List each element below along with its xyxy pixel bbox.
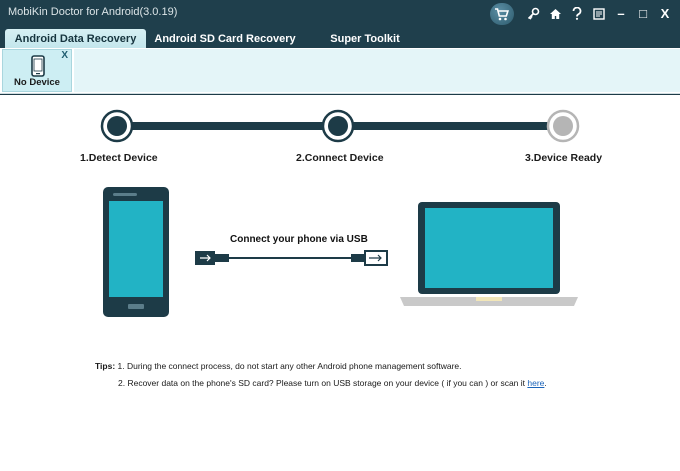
main-panel: 1.Detect Device 2.Connect Device 3.Devic… (0, 95, 680, 471)
device-label: No Device (14, 77, 60, 88)
home-icon[interactable] (544, 3, 566, 24)
tip-line-2: 2. Recover data on the phone's SD card? … (118, 378, 547, 388)
window-controls: – □ X (490, 2, 676, 25)
step-2-node (321, 109, 355, 143)
maximize-button[interactable]: □ (632, 3, 654, 24)
phone-illustration (103, 187, 169, 317)
window-title: MobiKin Doctor for Android(3.0.19) (8, 6, 178, 18)
minimize-button[interactable]: – (610, 3, 632, 24)
scan-here-link[interactable]: here (527, 378, 544, 388)
remove-device-button[interactable]: X (61, 50, 68, 61)
step-3-node (546, 109, 580, 143)
tab-android-data-recovery[interactable]: Android Data Recovery (5, 29, 146, 48)
tab-bar: Android Data Recovery Android SD Card Re… (0, 27, 680, 48)
laptop-illustration (400, 202, 578, 306)
tip-1-text: 1. During the connect process, do not st… (117, 361, 462, 371)
progress-track (100, 109, 580, 143)
close-button[interactable]: X (654, 3, 676, 24)
phone-icon (31, 55, 45, 77)
tab-super-toolkit[interactable]: Super Toolkit (310, 29, 420, 48)
title-bar: MobiKin Doctor for Android(3.0.19) – □ X (0, 0, 680, 27)
device-bar: X No Device (0, 48, 680, 94)
step-3-label: 3.Device Ready (525, 152, 603, 164)
tip-2-end: . (544, 378, 547, 388)
tips-prefix: Tips: (95, 361, 116, 371)
step-2-label: 2.Connect Device (296, 152, 384, 164)
device-bar-empty-area (74, 49, 680, 92)
cart-icon[interactable] (490, 2, 514, 25)
key-icon[interactable] (522, 3, 544, 24)
tip-line-1: Tips: 1. During the connect process, do … (95, 361, 462, 371)
tab-android-sd-card-recovery[interactable]: Android SD Card Recovery (150, 29, 300, 48)
feedback-icon[interactable] (588, 3, 610, 24)
step-1-label: 1.Detect Device (80, 152, 158, 164)
step-1-node (100, 109, 134, 143)
usb-instruction: Connect your phone via USB (230, 234, 368, 245)
help-icon[interactable] (566, 3, 588, 24)
usb-cable-illustration (195, 250, 388, 266)
device-item-no-device[interactable]: X No Device (2, 49, 72, 92)
tip-2-text: 2. Recover data on the phone's SD card? … (118, 378, 528, 388)
